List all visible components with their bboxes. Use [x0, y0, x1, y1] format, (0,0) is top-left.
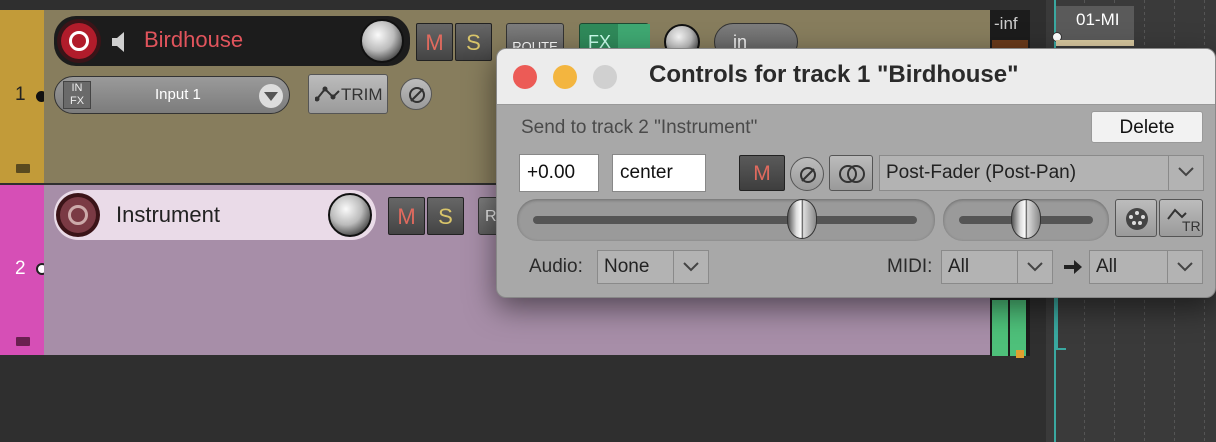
peak-readout[interactable]: -inf: [994, 14, 1018, 34]
envelope-tr-button[interactable]: TR: [1159, 199, 1203, 237]
chevron-down-icon: [1168, 156, 1203, 190]
mute-button[interactable]: M: [388, 197, 425, 235]
send-mode-dropdown[interactable]: Post-Fader (Post-Pan): [879, 155, 1204, 191]
speaker-icon[interactable]: [110, 30, 130, 54]
item-edge: [1056, 348, 1066, 350]
trim-label: TRIM: [341, 85, 383, 104]
delete-button[interactable]: Delete: [1091, 111, 1203, 143]
zoom-button[interactable]: [593, 65, 617, 89]
in-fx-top: IN: [71, 82, 83, 94]
phase-icon: [800, 167, 816, 183]
solo-button[interactable]: S: [455, 23, 492, 61]
in-fx-bottom: FX: [69, 95, 85, 107]
track-1-number: 1: [15, 84, 26, 105]
send-phase-button[interactable]: [790, 157, 824, 191]
audio-value: None: [604, 256, 650, 277]
send-label: Send to track 2 "Instrument": [521, 117, 758, 138]
chevron-down-icon: [1167, 251, 1202, 283]
stereo-icon: [839, 165, 865, 183]
clip-indicator: [1016, 350, 1024, 358]
pan-slider-thumb[interactable]: [1011, 199, 1041, 239]
audio-label: Audio:: [529, 256, 583, 277]
chevron-down-icon: [1017, 251, 1052, 283]
midi-dest-dropdown[interactable]: All: [1089, 250, 1203, 284]
folder-icon[interactable]: [16, 337, 30, 346]
item-band: [1056, 40, 1134, 46]
input-select[interactable]: IN FX Input 1: [54, 76, 290, 114]
midi-label: MIDI:: [887, 256, 933, 277]
midi-settings-button[interactable]: [1115, 199, 1157, 237]
phase-button[interactable]: [400, 78, 432, 110]
meter-bar: [992, 300, 1008, 356]
volume-slider-thumb[interactable]: [786, 199, 817, 239]
volume-knob[interactable]: [360, 19, 404, 63]
midi-source-value: All: [948, 256, 970, 277]
route-label: R: [485, 208, 497, 225]
track-1-name-bar[interactable]: Birdhouse: [54, 16, 410, 66]
close-button[interactable]: [513, 65, 537, 89]
item-edge: [1056, 290, 1058, 350]
solo-button[interactable]: S: [427, 197, 464, 235]
midi-item-label: 01-MI: [1076, 10, 1120, 29]
volume-knob[interactable]: [328, 193, 372, 237]
minimize-button[interactable]: [553, 65, 577, 89]
phase-icon: [409, 87, 425, 103]
send-mute-button[interactable]: M: [739, 155, 785, 191]
midi-dest-value: All: [1096, 256, 1118, 277]
dialog-title: Controls for track 1 "Birdhouse": [649, 61, 1019, 88]
record-arm-button[interactable]: [57, 19, 101, 63]
track-1-name[interactable]: Birdhouse: [144, 27, 243, 53]
mute-button[interactable]: M: [416, 23, 453, 61]
volume-rail: [533, 216, 917, 224]
input-name: Input 1: [155, 86, 201, 103]
track-1-strip[interactable]: 1: [0, 10, 47, 183]
arrow-right-icon: [1064, 260, 1082, 274]
folder-icon[interactable]: [16, 164, 30, 173]
volume-field[interactable]: +0.00: [519, 154, 599, 192]
chevron-down-icon[interactable]: [259, 84, 283, 108]
send-controls-dialog[interactable]: Controls for track 1 "Birdhouse" Send to…: [496, 48, 1216, 298]
tr-label: TR: [1182, 218, 1201, 234]
pan-field[interactable]: center: [612, 154, 706, 192]
mono-stereo-button[interactable]: [829, 155, 873, 191]
envelope-icon: [315, 86, 340, 102]
track-2-number: 2: [15, 258, 26, 279]
record-arm-button[interactable]: [56, 193, 100, 237]
volume-slider[interactable]: [517, 199, 935, 241]
track-2-name-bar[interactable]: Instrument: [54, 190, 376, 240]
audio-channel-dropdown[interactable]: None: [597, 250, 709, 284]
pan-slider[interactable]: [943, 199, 1109, 241]
dialog-titlebar[interactable]: Controls for track 1 "Birdhouse": [497, 49, 1215, 105]
trim-button[interactable]: TRIM: [308, 74, 388, 114]
midi-item[interactable]: 01-MI: [1056, 6, 1134, 40]
track-2-name[interactable]: Instrument: [116, 202, 220, 228]
meter-bar: [1010, 300, 1026, 356]
chevron-down-icon: [673, 251, 708, 283]
track-2-strip[interactable]: 2: [0, 185, 48, 355]
midi-source-dropdown[interactable]: All: [941, 250, 1053, 284]
midi-din-icon: [1126, 208, 1148, 230]
in-fx-button[interactable]: IN FX: [63, 81, 91, 109]
send-mode-value: Post-Fader (Post-Pan): [886, 162, 1077, 183]
